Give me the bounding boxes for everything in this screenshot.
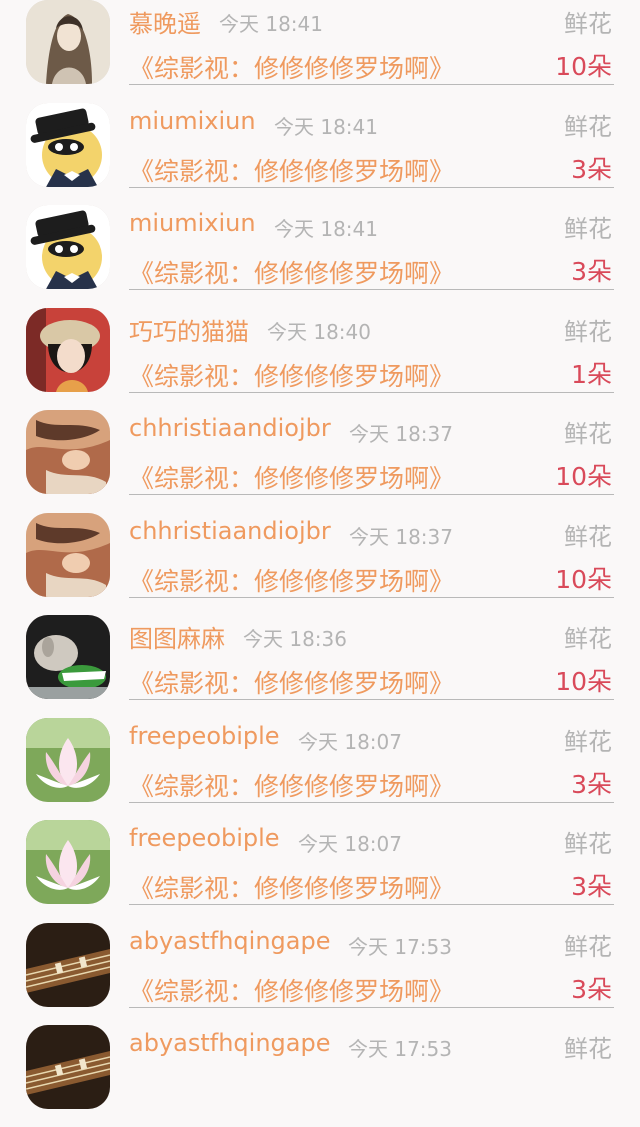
gift-type-label: 鲜花: [564, 420, 612, 448]
user-name[interactable]: miumixiun: [129, 107, 256, 135]
timestamp: 今天 18:41: [274, 114, 378, 139]
user-name[interactable]: chhristiaandiojbr: [129, 414, 331, 442]
row-divider: [129, 186, 614, 188]
row-divider: [129, 699, 614, 700]
avatar[interactable]: [26, 922, 110, 1007]
list-item[interactable]: freepeobiple 今天 18:07 鲜花《综影视：修修修修罗场啊》 3朵: [0, 820, 640, 922]
list-item[interactable]: 巧巧的猫猫 今天 18:40 鲜花《综影视：修修修修罗场啊》 1朵: [0, 307, 640, 410]
user-name[interactable]: 图图麻麻: [129, 619, 225, 654]
user-name[interactable]: miumixiun: [129, 209, 256, 237]
book-title-link[interactable]: 《综影视：修修修修罗场啊》: [129, 357, 454, 393]
flower-count: 3朵: [571, 872, 612, 901]
avatar[interactable]: [26, 0, 110, 84]
row-divider: [129, 596, 614, 598]
avatar[interactable]: [26, 512, 110, 597]
timestamp: 今天 18:37: [349, 524, 453, 549]
list-item[interactable]: freepeobiple 今天 18:07 鲜花《综影视：修修修修罗场啊》 3朵: [0, 717, 640, 820]
timestamp: 今天 18:40: [267, 319, 371, 344]
gift-type-label: 鲜花: [564, 112, 612, 141]
list-item[interactable]: 慕晚遥 今天 18:41 鲜花《综影视：修修修修罗场啊》 10朵: [0, 0, 640, 102]
gift-type-label: 鲜花: [564, 1035, 612, 1063]
timestamp: 今天 17:53: [348, 934, 452, 959]
timestamp: 今天 18:07: [298, 832, 402, 856]
list-item[interactable]: chhristiaandiojbr 今天 18:37 鲜花《综影视：修修修修罗场啊》…: [0, 512, 640, 615]
timestamp: 今天 18:07: [298, 729, 402, 754]
gift-type-label: 鲜花: [564, 317, 612, 346]
flower-count: 3朵: [571, 257, 612, 286]
flower-count: 1朵: [571, 359, 612, 389]
timestamp: 今天 17:53: [348, 1037, 452, 1061]
list-item[interactable]: miumixiun 今天 18:41 鲜花《综影视：修修修修罗场啊》 3朵: [0, 205, 640, 307]
flower-count: 10朵: [555, 462, 612, 491]
row-divider: [129, 801, 614, 803]
list-item[interactable]: abyastfhqingape 今天 17:53 鲜花《综影视：修修修修罗场啊》 3朵: [0, 922, 640, 1025]
user-name[interactable]: freepeobiple: [129, 722, 280, 750]
book-title-link[interactable]: 《综影视：修修修修罗场啊》: [129, 254, 454, 290]
book-title-link[interactable]: 《综影视：修修修修罗场啊》: [129, 972, 454, 1008]
row-divider: [129, 1006, 614, 1008]
book-title-link[interactable]: 《综影视：修修修修罗场啊》: [129, 869, 454, 905]
timestamp: 今天 18:41: [219, 12, 323, 36]
book-title-link[interactable]: 《综影视：修修修修罗场啊》: [129, 152, 454, 188]
book-title-link[interactable]: 《综影视：修修修修罗场啊》: [129, 767, 454, 803]
avatar[interactable]: [26, 102, 110, 187]
flower-count: 10朵: [555, 667, 612, 696]
avatar[interactable]: [26, 820, 110, 904]
row-divider: [129, 84, 614, 85]
avatar[interactable]: [26, 307, 110, 392]
list-item[interactable]: abyastfhqingape 今天 17:53 鲜花: [0, 1025, 640, 1127]
book-title-link[interactable]: 《综影视：修修修修罗场啊》: [129, 459, 454, 495]
book-title-link[interactable]: 《综影视：修修修修罗场啊》: [129, 664, 454, 700]
gift-type-label: 鲜花: [564, 932, 612, 961]
row-divider: [129, 289, 614, 290]
book-title-link[interactable]: 《综影视：修修修修罗场啊》: [129, 562, 454, 598]
timestamp: 今天 18:41: [274, 217, 378, 241]
list-item[interactable]: miumixiun 今天 18:41 鲜花《综影视：修修修修罗场啊》 3朵: [0, 102, 640, 205]
user-name[interactable]: freepeobiple: [129, 824, 280, 852]
row-divider: [129, 391, 614, 393]
row-divider: [129, 494, 614, 495]
user-name[interactable]: 巧巧的猫猫: [129, 312, 249, 347]
flower-count: 10朵: [555, 564, 612, 594]
user-name[interactable]: abyastfhqingape: [129, 927, 330, 955]
flower-count: 10朵: [555, 52, 612, 81]
list-item[interactable]: 图图麻麻 今天 18:36 鲜花《综影视：修修修修罗场啊》 10朵: [0, 615, 640, 717]
gift-type-label: 鲜花: [564, 625, 612, 653]
gift-type-label: 鲜花: [564, 215, 612, 243]
flower-count: 3朵: [571, 769, 612, 799]
flower-count: 3朵: [571, 154, 612, 184]
user-name[interactable]: abyastfhqingape: [129, 1029, 330, 1057]
avatar[interactable]: [26, 717, 110, 802]
gift-type-label: 鲜花: [564, 522, 612, 551]
gift-type-label: 鲜花: [564, 10, 612, 38]
avatar[interactable]: [26, 205, 110, 289]
flower-count: 3朵: [571, 974, 612, 1004]
avatar[interactable]: [26, 1025, 110, 1109]
gift-type-label: 鲜花: [564, 830, 612, 858]
user-name[interactable]: chhristiaandiojbr: [129, 517, 331, 545]
gift-type-label: 鲜花: [564, 727, 612, 756]
timestamp: 今天 18:37: [349, 422, 453, 446]
book-title-link[interactable]: 《综影视：修修修修罗场啊》: [129, 49, 454, 85]
avatar[interactable]: [26, 410, 110, 494]
avatar[interactable]: [26, 615, 110, 699]
list-item[interactable]: chhristiaandiojbr 今天 18:37 鲜花《综影视：修修修修罗场啊》…: [0, 410, 640, 512]
timestamp: 今天 18:36: [243, 627, 347, 651]
row-divider: [129, 904, 614, 905]
user-name[interactable]: 慕晚遥: [129, 4, 201, 39]
